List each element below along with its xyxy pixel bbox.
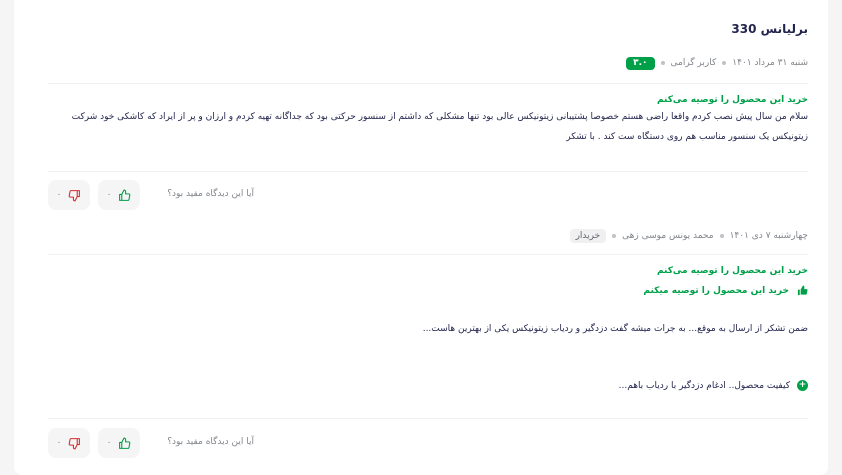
product-title: برلیانس 330 (731, 22, 808, 36)
buyer-badge: خریدار (569, 229, 607, 243)
dislike-count: ۰ (56, 190, 62, 200)
dislike-button[interactable]: ۰ (48, 180, 90, 210)
like-count: ۰ (106, 438, 112, 448)
separator-dot (612, 234, 617, 238)
thumb-up-icon (797, 285, 808, 296)
helpful-question: آیا این دیدگاه مفید بود؟ (167, 189, 254, 199)
thumb-up-icon (119, 437, 131, 449)
recommend-label: خرید این محصول را توصیه می‌کنم (656, 266, 808, 276)
like-button[interactable]: ۰ (98, 180, 140, 210)
review-author: محمد یونس موسی زهی (622, 231, 714, 241)
review-author: کاربر گرامی (670, 58, 717, 68)
like-count: ۰ (106, 190, 112, 200)
recommend-line-text: خرید این محصول را توصیه میکنم (643, 285, 789, 296)
divider (48, 171, 808, 172)
reviews-card: برلیانس 330 شنبه ۳۱ مرداد ۱۴۰۱ کاربر گرا… (14, 0, 828, 475)
divider (48, 83, 808, 84)
review-text: سلام من سال پیش نصب کردم واقعا راضی هستم… (71, 112, 808, 142)
thumb-up-icon (119, 189, 131, 201)
plus-icon: + (797, 380, 808, 391)
review-date: چهارشنبه ۷ دی ۱۴۰۱ (729, 231, 808, 241)
thumb-down-icon (69, 189, 81, 201)
separator-dot (660, 61, 665, 65)
dislike-button[interactable]: ۰ (48, 428, 90, 458)
review-meta: چهارشنبه ۷ دی ۱۴۰۱ محمد یونس موسی زهی خر… (569, 228, 808, 244)
helpful-question: آیا این دیدگاه مفید بود؟ (167, 437, 254, 447)
dislike-count: ۰ (56, 438, 62, 448)
pro-item: + کیفیت محصول.. ادغام دزدگیر با ردیاب با… (619, 380, 808, 391)
recommend-label: خرید این محصول را توصیه می‌کنم (656, 95, 808, 105)
review-date: شنبه ۳۱ مرداد ۱۴۰۱ (732, 58, 808, 68)
recommend-line: خرید این محصول را توصیه میکنم (643, 285, 808, 296)
divider (48, 418, 808, 419)
review-meta: شنبه ۳۱ مرداد ۱۴۰۱ کاربر گرامی ۳.۰ (626, 55, 808, 71)
separator-dot (719, 234, 724, 238)
thumb-down-icon (69, 437, 81, 449)
divider (48, 254, 808, 255)
like-button[interactable]: ۰ (98, 428, 140, 458)
pro-text: کیفیت محصول.. ادغام دزدگیر با ردیاب باهم… (618, 380, 790, 391)
separator-dot (722, 61, 727, 65)
review-text: ضمن تشکر از ارسال به موقع... به جرات میش… (422, 324, 808, 334)
score-badge: ۳.۰ (626, 56, 655, 70)
